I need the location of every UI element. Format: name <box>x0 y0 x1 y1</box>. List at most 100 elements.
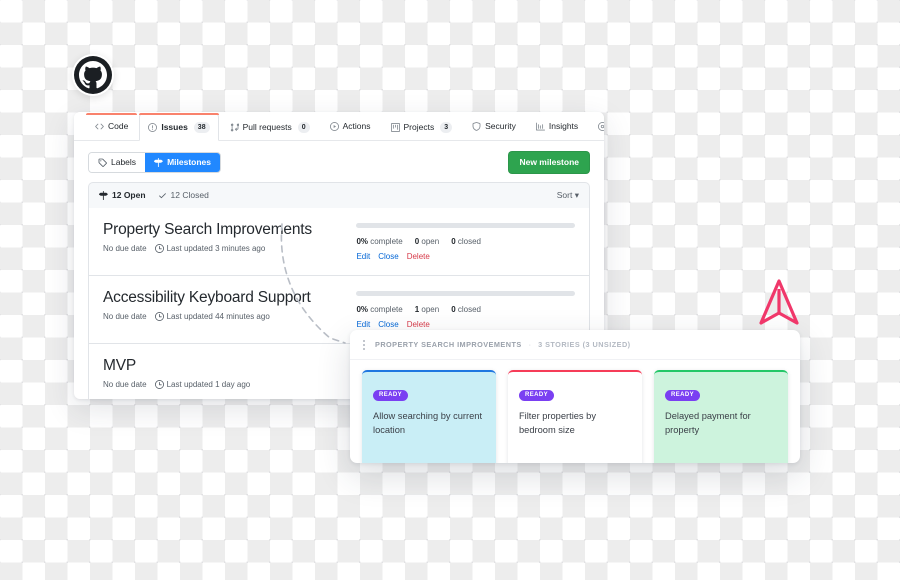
milestone-info: MVP No due date Last updated 1 day ago <box>103 357 348 390</box>
milestone-info: Accessibility Keyboard Support No due da… <box>103 289 348 329</box>
labels-milestones-segmented-control: Labels Milestones <box>88 151 221 173</box>
closed-issues-count: 0 closed <box>451 304 481 314</box>
zenhub-panel-header: PROPERTY SEARCH IMPROVEMENTS · 3 STORIES… <box>350 330 800 360</box>
tab-settings[interactable]: Settings <box>589 113 604 139</box>
shield-icon <box>472 122 481 131</box>
milestone-title[interactable]: Accessibility Keyboard Support <box>103 289 348 307</box>
open-milestones-filter[interactable]: 12 Open <box>99 189 146 200</box>
git-pull-request-icon <box>230 123 239 132</box>
story-card[interactable]: READY Filter properties by bedroom size <box>508 370 642 463</box>
status-badge: READY <box>373 389 409 401</box>
zenhub-arrow-icon <box>759 279 799 325</box>
edit-link[interactable]: Edit <box>356 320 370 329</box>
close-link[interactable]: Close <box>378 320 398 329</box>
percent-complete: 0% complete <box>356 304 403 314</box>
milestones-toolbar: Labels Milestones New milestone <box>74 141 604 182</box>
tab-code-label: Code <box>108 121 129 132</box>
segment-milestones[interactable]: Milestones <box>145 152 220 172</box>
milestone-info: Property Search Improvements No due date… <box>103 221 348 261</box>
gear-icon <box>598 122 604 131</box>
header-separator: · <box>528 340 532 350</box>
graph-icon <box>535 122 545 131</box>
milestone-stats: 0% complete 1 open 0 closed <box>356 305 575 314</box>
open-issues-count: 0 open <box>414 236 440 246</box>
tab-issues-count: 38 <box>193 122 210 134</box>
tab-insights[interactable]: Insights <box>527 113 587 139</box>
zenhub-story-count: 3 STORIES (3 UNSIZED) <box>538 340 631 350</box>
tab-pull-requests-label: Pull requests <box>242 122 292 133</box>
milestone-updated: Last updated 3 minutes ago <box>154 243 266 254</box>
milestone-title[interactable]: Property Search Improvements <box>103 221 348 239</box>
tab-actions-label: Actions <box>342 121 371 132</box>
milestone-updated-label: Last updated 1 day ago <box>166 379 251 389</box>
segment-labels-label: Labels <box>111 157 137 167</box>
open-issues-count: 1 open <box>414 304 440 314</box>
code-icon <box>95 122 104 131</box>
tag-icon <box>98 158 107 167</box>
milestone-due-date: No due date <box>103 243 147 253</box>
tab-pull-requests[interactable]: Pull requests 0 <box>221 113 319 141</box>
milestone-progress-area: 0% complete 1 open 0 closed Edit Close D… <box>348 289 575 329</box>
tab-security-label: Security <box>485 121 516 132</box>
tab-projects-label: Projects <box>403 122 435 133</box>
zenhub-epic-title: PROPERTY SEARCH IMPROVEMENTS <box>375 340 522 350</box>
tab-projects[interactable]: Projects 3 <box>382 113 462 141</box>
closed-milestones-filter[interactable]: 12 Closed <box>158 191 209 200</box>
tab-insights-label: Insights <box>548 121 579 132</box>
delete-link[interactable]: Delete <box>407 252 430 261</box>
milestone-actions: Edit Close Delete <box>356 252 575 261</box>
milestone-actions: Edit Close Delete <box>356 320 575 329</box>
play-icon <box>329 122 339 131</box>
milestone-due-date: No due date <box>103 311 147 321</box>
status-badge: READY <box>519 389 555 401</box>
project-board-icon <box>390 123 400 133</box>
chevron-down-icon: ▾ <box>574 189 579 200</box>
segment-milestones-label: Milestones <box>167 157 211 167</box>
tab-projects-count: 3 <box>440 122 453 134</box>
new-milestone-button[interactable]: New milestone <box>508 151 590 174</box>
tab-pull-requests-count: 0 <box>297 122 310 134</box>
story-card-title: Allow searching by current location <box>373 411 483 435</box>
milestone-updated: Last updated 1 day ago <box>154 379 251 390</box>
repository-nav-tabs: Code Issues 38 Pull requests 0 Actions P… <box>74 112 604 142</box>
milestone-updated-label: Last updated 44 minutes ago <box>166 311 270 321</box>
milestone-icon <box>154 157 163 167</box>
github-logo <box>72 54 114 96</box>
milestone-meta: No due date Last updated 3 minutes ago <box>103 243 348 254</box>
milestone-list-header: 12 Open 12 Closed Sort ▾ <box>88 181 590 208</box>
sort-dropdown[interactable]: Sort ▾ <box>557 191 579 200</box>
open-count-label: 12 Open <box>112 189 146 200</box>
milestone-meta: No due date Last updated 44 minutes ago <box>103 311 348 322</box>
zenhub-logo <box>755 277 803 329</box>
tab-actions[interactable]: Actions <box>321 113 380 139</box>
story-card-title: Delayed payment for property <box>665 411 751 435</box>
edit-link[interactable]: Edit <box>356 252 370 261</box>
clock-icon <box>154 312 164 322</box>
milestone-stats: 0% complete 0 open 0 closed <box>356 237 575 246</box>
milestone-title[interactable]: MVP <box>103 357 348 375</box>
drag-handle-icon[interactable] <box>360 338 368 352</box>
story-card[interactable]: READY Delayed payment for property <box>654 370 788 463</box>
progress-bar <box>356 222 575 228</box>
milestone-icon <box>99 190 108 200</box>
milestone-due-date: No due date <box>103 379 147 389</box>
milestone-updated-label: Last updated 3 minutes ago <box>166 243 266 253</box>
sort-label: Sort <box>556 189 573 200</box>
milestone-row[interactable]: Property Search Improvements No due date… <box>89 208 589 276</box>
story-card[interactable]: READY Allow searching by current locatio… <box>362 370 496 463</box>
tab-security[interactable]: Security <box>463 113 525 139</box>
delete-link[interactable]: Delete <box>407 320 430 329</box>
zenhub-card-list: READY Allow searching by current locatio… <box>350 360 800 463</box>
tab-issues-label: Issues <box>161 122 188 133</box>
github-octocat-icon <box>74 56 112 94</box>
story-card-title: Filter properties by bedroom size <box>519 411 596 435</box>
clock-icon <box>154 380 164 390</box>
clock-icon <box>154 244 164 254</box>
close-link[interactable]: Close <box>378 252 398 261</box>
issue-opened-icon <box>148 123 158 133</box>
segment-labels[interactable]: Labels <box>89 152 146 172</box>
closed-count-label: 12 Closed <box>170 189 209 200</box>
closed-issues-count: 0 closed <box>451 236 481 246</box>
tab-code[interactable]: Code <box>86 113 138 139</box>
tab-issues[interactable]: Issues 38 <box>139 113 219 142</box>
